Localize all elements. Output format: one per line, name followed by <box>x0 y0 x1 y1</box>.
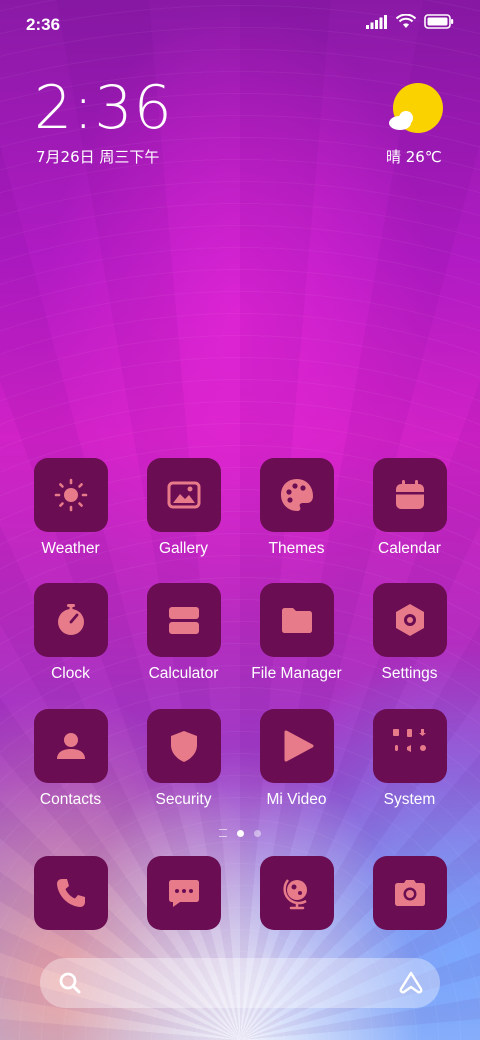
app-calculator[interactable]: Calculator <box>127 583 240 683</box>
app-tile[interactable] <box>372 856 447 930</box>
app-tile[interactable] <box>259 856 334 930</box>
dock-camera[interactable] <box>353 856 466 930</box>
app-tile[interactable] <box>146 709 221 783</box>
folder-icon <box>281 608 312 633</box>
app-label: Mi Video <box>266 791 327 808</box>
app-weather[interactable]: Weather <box>14 458 127 558</box>
assistant-icon[interactable] <box>398 971 424 995</box>
message-icon <box>168 880 199 907</box>
app-tile[interactable] <box>259 583 334 657</box>
globe-icon <box>282 879 307 910</box>
play-icon <box>284 730 313 762</box>
app-label: Gallery <box>158 540 209 557</box>
app-tile[interactable] <box>372 709 447 783</box>
shield-icon <box>170 731 197 762</box>
weather-widget-text: 晴 26℃ <box>386 148 442 166</box>
app-themes[interactable]: Themes <box>240 458 353 558</box>
app-tile[interactable] <box>259 709 334 783</box>
dock-messages[interactable] <box>127 856 240 930</box>
dock-phone[interactable] <box>14 856 127 930</box>
app-label: Calculator <box>148 665 219 682</box>
app-settings[interactable]: Settings <box>353 583 466 683</box>
app-label: Settings <box>381 665 438 682</box>
search-icon[interactable] <box>58 971 82 995</box>
sunny-cloud-icon[interactable] <box>388 82 444 134</box>
page-indicator[interactable] <box>0 829 480 837</box>
app-tile[interactable] <box>33 583 108 657</box>
app-tile[interactable] <box>33 856 108 930</box>
hexagon-gear-icon <box>395 604 424 636</box>
page-dot <box>254 829 261 837</box>
app-label: System <box>383 791 436 808</box>
app-calendar[interactable]: Calendar <box>353 458 466 558</box>
search-bar[interactable] <box>40 958 440 1008</box>
sun-icon <box>54 478 87 512</box>
app-tile[interactable] <box>259 458 334 532</box>
app-tile[interactable] <box>146 856 221 930</box>
app-clock[interactable]: Clock <box>14 583 127 683</box>
app-tile[interactable] <box>146 458 221 532</box>
status-time: 2:36 <box>26 15 61 34</box>
app-security[interactable]: Security <box>127 709 240 809</box>
stopwatch-icon <box>57 604 84 635</box>
app-gallery[interactable]: Gallery <box>127 458 240 558</box>
app-label: Contacts <box>39 791 102 808</box>
app-tile[interactable] <box>33 709 108 783</box>
app-label: Clock <box>51 665 90 682</box>
app-contacts[interactable]: Contacts <box>14 709 127 809</box>
gallery-icon <box>167 481 200 509</box>
app-tile[interactable] <box>372 458 447 532</box>
app-tile[interactable] <box>372 583 447 657</box>
signal-icon <box>366 14 387 29</box>
app-label: File Manager <box>251 665 342 682</box>
page-indicator-lines <box>219 829 227 837</box>
battery-icon <box>424 14 454 29</box>
calculator-icon <box>168 607 199 634</box>
folder-grid-icon <box>392 729 426 752</box>
lockscreen-date: 7月26日 周三下午 <box>36 148 160 166</box>
dock-browser[interactable] <box>240 856 353 930</box>
calendar-icon <box>395 480 424 509</box>
app-label: Weather <box>41 540 100 557</box>
palette-icon <box>280 479 313 511</box>
app-tile[interactable] <box>33 458 108 532</box>
app-system[interactable]: System <box>353 709 466 809</box>
app-file-manager[interactable]: File Manager <box>240 583 353 683</box>
phone-icon <box>56 879 85 907</box>
app-label: Security <box>155 791 212 808</box>
person-icon <box>56 733 85 759</box>
app-mi-video[interactable]: Mi Video <box>240 709 353 809</box>
status-bar: 2:36 <box>0 0 480 50</box>
page-dot-active <box>237 829 244 837</box>
lockscreen-clock[interactable]: 2:36 <box>34 78 173 138</box>
wifi-icon <box>396 14 416 28</box>
camera-icon <box>394 880 425 906</box>
app-label: Themes <box>268 540 325 557</box>
app-label: Calendar <box>378 540 441 557</box>
app-tile[interactable] <box>146 583 221 657</box>
